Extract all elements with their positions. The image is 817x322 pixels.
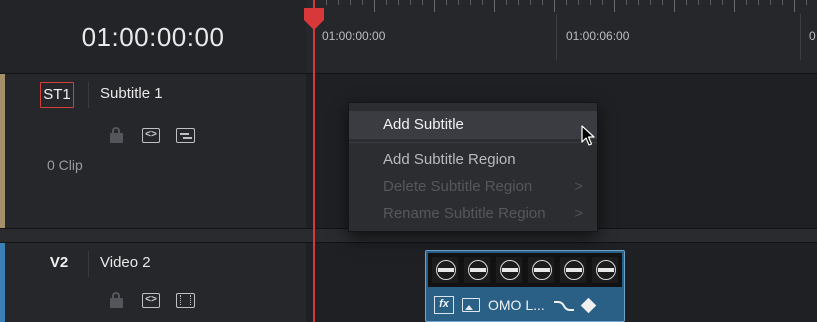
thumbnail <box>464 257 490 283</box>
ruler-tick <box>554 0 555 12</box>
ruler-tick <box>386 0 387 5</box>
ruler-tick <box>626 0 627 5</box>
track-name[interactable]: Video 2 <box>100 251 151 275</box>
ruler-tick <box>746 0 747 5</box>
menu-item-label: Delete Subtitle Region <box>383 178 533 195</box>
ruler-tick <box>494 0 495 12</box>
ruler-tick <box>590 0 591 5</box>
track-header-video-2[interactable]: V2 Video 2 <> <box>0 243 306 322</box>
ruler-ticks <box>306 0 817 14</box>
fx-icon[interactable]: fx <box>434 296 454 314</box>
ruler-tick <box>758 0 759 5</box>
ruler-tick <box>722 0 723 5</box>
ruler-tick <box>662 0 663 5</box>
chevron-right-icon: > <box>574 178 583 195</box>
keyframe-icon[interactable] <box>580 297 597 313</box>
ruler-tick <box>446 0 447 5</box>
ruler-tick <box>770 0 771 5</box>
ruler-tick <box>530 0 531 5</box>
ruler-tick <box>374 0 375 12</box>
image-icon <box>462 298 480 312</box>
clip-count: 0 Clip <box>47 157 83 173</box>
ruler-tick <box>650 0 651 5</box>
chevron-right-icon: > <box>574 205 583 222</box>
track-id-badge[interactable]: ST1 <box>40 82 74 108</box>
track-color-accent <box>0 243 5 322</box>
ruler-tick <box>566 0 567 5</box>
curve-icon[interactable] <box>553 298 575 312</box>
ruler-tick <box>398 0 399 5</box>
caption-icon[interactable] <box>176 127 195 143</box>
ruler-tick <box>518 0 519 5</box>
ruler-tick <box>710 0 711 5</box>
ruler-label: 01:00:06:00 <box>566 29 630 43</box>
ruler-tick <box>638 0 639 5</box>
menu-item-delete-subtitle-region: Delete Subtitle Region > <box>349 175 597 199</box>
track-color-accent <box>0 74 5 228</box>
thumbnail <box>496 257 522 283</box>
ruler-label: 0 <box>809 29 816 43</box>
ruler-tick <box>410 0 411 5</box>
video-clip[interactable]: fx OMO L... <box>425 250 625 322</box>
clip-name: OMO L... <box>488 297 545 313</box>
track-name[interactable]: Subtitle 1 <box>100 82 163 106</box>
playhead-line[interactable] <box>313 0 315 322</box>
track-header-subtitle-1[interactable]: ST1 Subtitle 1 <> 0 Clip <box>0 74 306 228</box>
thumbnail <box>592 257 618 283</box>
context-menu: Add Subtitle Add Subtitle Region Delete … <box>348 102 598 232</box>
code-icon[interactable]: <> <box>142 127 160 143</box>
ruler-tick <box>794 0 795 12</box>
ruler-tick <box>458 0 459 5</box>
ruler-tick <box>482 0 483 5</box>
timecode-display: 01:00:00:00 <box>0 0 306 74</box>
ruler-tick <box>326 0 327 5</box>
ruler-label: 01:00:00:00 <box>322 29 386 43</box>
ruler-tick <box>734 0 735 12</box>
ruler-tick <box>338 0 339 5</box>
ruler-tick <box>806 0 807 5</box>
ruler-tick <box>434 0 435 12</box>
ruler-mark <box>800 14 801 60</box>
menu-separator <box>349 142 597 143</box>
ruler-tick <box>542 0 543 5</box>
ruler-tick <box>470 0 471 5</box>
menu-item-add-subtitle-region[interactable]: Add Subtitle Region <box>349 148 597 172</box>
mouse-cursor-icon <box>581 125 595 146</box>
ruler-tick <box>614 0 615 12</box>
divider <box>88 251 89 277</box>
ruler-tick <box>578 0 579 5</box>
ruler-tick <box>686 0 687 5</box>
clip-thumbnails <box>428 253 622 287</box>
lock-icon[interactable] <box>108 292 126 308</box>
thumbnail <box>528 257 554 283</box>
track-controls: <> <box>108 126 195 144</box>
clip-info-bar: fx OMO L... <box>428 291 622 319</box>
lock-icon[interactable] <box>108 127 126 143</box>
ruler-tick <box>698 0 699 5</box>
ruler-tick <box>422 0 423 5</box>
timeline-editor: 01:00:00:00 ST1 Subtitle 1 <> 0 Clip V2 … <box>0 0 817 322</box>
timeline-ruler[interactable]: 01:00:00:00 01:00:06:00 0 <box>306 0 817 74</box>
thumbnail <box>560 257 586 283</box>
menu-item-label: Rename Subtitle Region <box>383 205 546 222</box>
ruler-tick <box>782 0 783 5</box>
ruler-tick <box>602 0 603 5</box>
thumbnail <box>432 257 458 283</box>
playhead-handle[interactable] <box>304 8 324 30</box>
track-id-badge[interactable]: V2 <box>42 251 76 275</box>
track-header-panel: 01:00:00:00 ST1 Subtitle 1 <> 0 Clip V2 … <box>0 0 306 322</box>
ruler-tick <box>350 0 351 5</box>
ruler-mark <box>556 14 557 60</box>
code-icon[interactable]: <> <box>142 292 160 308</box>
divider <box>88 82 89 108</box>
ruler-tick <box>506 0 507 5</box>
ruler-tick <box>674 0 675 12</box>
current-timecode: 01:00:00:00 <box>81 22 225 52</box>
ruler-tick <box>362 0 363 5</box>
menu-item-rename-subtitle-region: Rename Subtitle Region > <box>349 202 597 226</box>
menu-item-add-subtitle[interactable]: Add Subtitle <box>349 111 597 139</box>
film-icon[interactable] <box>176 292 195 308</box>
track-controls: <> <box>108 291 195 309</box>
